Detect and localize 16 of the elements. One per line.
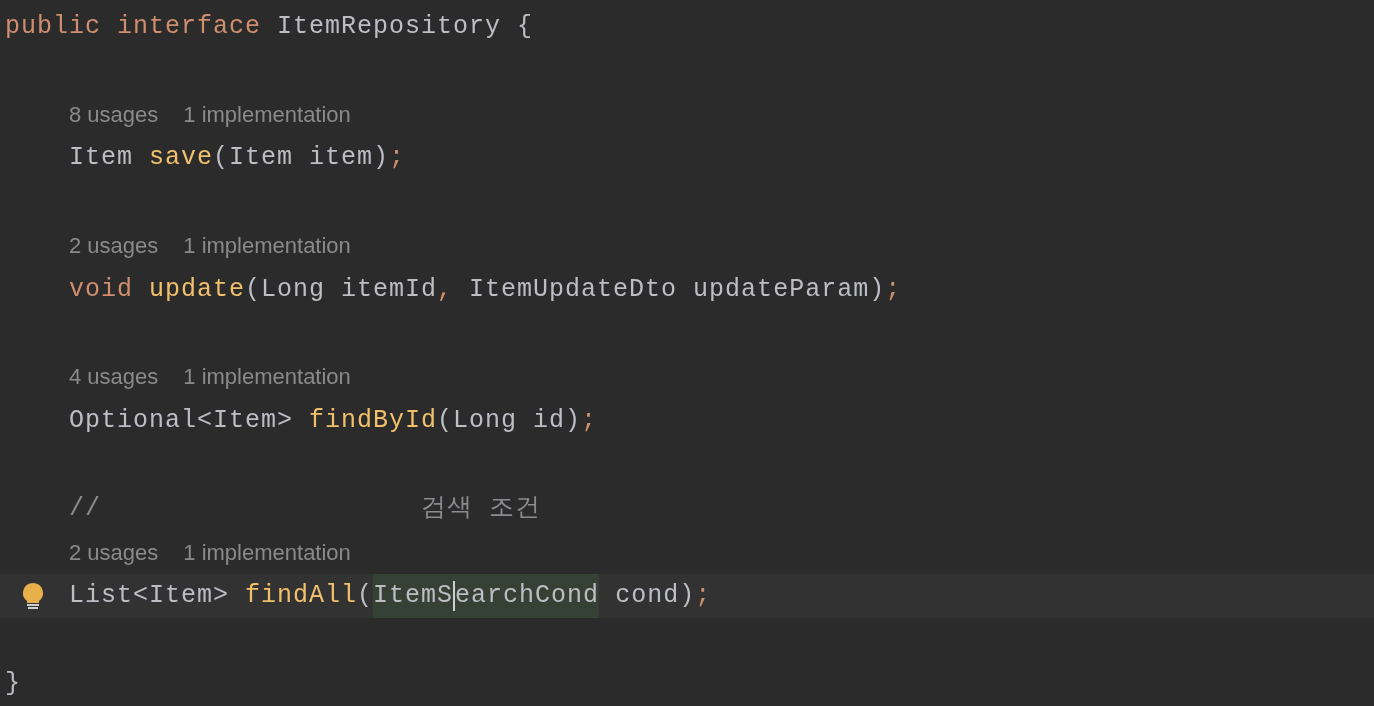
code-comment: // 검색 조건	[69, 492, 542, 525]
usages-link[interactable]: 2 usages	[69, 539, 159, 566]
implementation-link[interactable]: 1 implementation	[183, 364, 351, 391]
implementation-link[interactable]: 1 implementation	[183, 539, 351, 566]
usages-link[interactable]: 2 usages	[69, 232, 159, 259]
lightbulb-icon[interactable]	[20, 582, 46, 611]
code-line: List<Item> findAll(ItemSearchCond cond);	[69, 574, 712, 619]
code-line: void update(Long itemId, ItemUpdateDto updateParam);	[69, 273, 902, 306]
implementation-link[interactable]: 1 implementation	[183, 232, 351, 259]
implementation-link[interactable]: 1 implementation	[183, 101, 351, 128]
code-line: }	[5, 668, 21, 701]
code-line: public interface ItemRepository {	[5, 11, 534, 43]
code-line: Item save(Item item);	[69, 142, 406, 175]
usages-link[interactable]: 8 usages	[69, 101, 159, 128]
code-line: Optional<Item> findById(Long id);	[69, 405, 598, 438]
usages-link[interactable]: 4 usages	[69, 364, 159, 391]
